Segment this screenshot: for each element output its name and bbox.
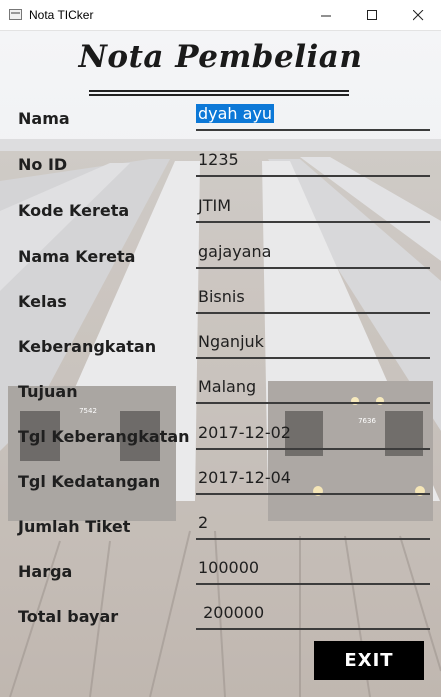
nama-kereta-value: gajayana	[198, 242, 272, 261]
label-nama: Nama	[18, 109, 70, 128]
app-window: Nota TICker 7542 7636 Nota Pembelian Nam…	[0, 0, 441, 697]
label-nama-kereta: Nama Kereta	[18, 247, 136, 266]
no-id-field[interactable]: 1235	[196, 147, 430, 177]
label-jumlah-tiket: Jumlah Tiket	[18, 517, 131, 536]
kelas-value: Bisnis	[198, 287, 245, 306]
exit-button[interactable]: EXIT	[314, 641, 424, 680]
title-underline-top	[89, 90, 349, 92]
label-tgl-kedatangan: Tgl Kedatangan	[18, 472, 161, 491]
minimize-button[interactable]	[303, 0, 349, 30]
close-icon	[412, 9, 423, 20]
kelas-field[interactable]: Bisnis	[196, 284, 430, 314]
minimize-icon	[320, 15, 331, 16]
keberangkatan-field[interactable]: Nganjuk	[196, 329, 430, 359]
title-underline-bottom	[89, 94, 349, 96]
tujuan-value: Malang	[198, 377, 257, 396]
jumlah-tiket-field[interactable]: 2	[196, 510, 430, 540]
label-total-bayar: Total bayar	[18, 607, 119, 626]
label-tujuan: Tujuan	[18, 382, 78, 401]
window-title: Nota TICker	[29, 8, 94, 22]
label-keberangkatan: Keberangkatan	[18, 337, 157, 356]
label-kelas: Kelas	[18, 292, 67, 311]
label-kode-kereta: Kode Kereta	[18, 201, 130, 220]
title-bar: Nota TICker	[0, 0, 441, 31]
form-content: 7542 7636 Nota Pembelian Nama dyah ayu N…	[0, 31, 441, 697]
label-tgl-keberangkatan: Tgl Keberangkatan	[18, 427, 190, 446]
nama-value: dyah ayu	[196, 104, 275, 123]
train-number-left: 7542	[79, 407, 97, 415]
tujuan-field[interactable]: Malang	[196, 374, 430, 404]
nama-kereta-field[interactable]: gajayana	[196, 239, 430, 269]
kode-kereta-value: JTIM	[198, 196, 232, 215]
total-bayar-value: 200000	[198, 603, 265, 622]
page-title: Nota Pembelian	[78, 39, 363, 75]
harga-value: 100000	[198, 558, 260, 577]
tgl-keberangkatan-field[interactable]: 2017-12-02	[196, 420, 430, 450]
tgl-kedatangan-field[interactable]: 2017-12-04	[196, 465, 430, 495]
total-bayar-field[interactable]: 200000	[196, 600, 430, 630]
maximize-button[interactable]	[349, 0, 395, 30]
nama-field[interactable]: dyah ayu	[196, 101, 430, 131]
harga-field[interactable]: 100000	[196, 555, 430, 585]
tgl-kedatangan-value: 2017-12-04	[198, 468, 291, 487]
maximize-icon	[366, 9, 377, 20]
jumlah-tiket-value: 2	[198, 513, 209, 532]
keberangkatan-value: Nganjuk	[198, 332, 264, 351]
label-harga: Harga	[18, 562, 73, 581]
no-id-value: 1235	[198, 150, 239, 169]
app-window-icon	[9, 9, 22, 20]
label-no-id: No ID	[18, 155, 68, 174]
close-button[interactable]	[395, 0, 441, 30]
kode-kereta-field[interactable]: JTIM	[196, 193, 430, 223]
tgl-keberangkatan-value: 2017-12-02	[198, 423, 291, 442]
